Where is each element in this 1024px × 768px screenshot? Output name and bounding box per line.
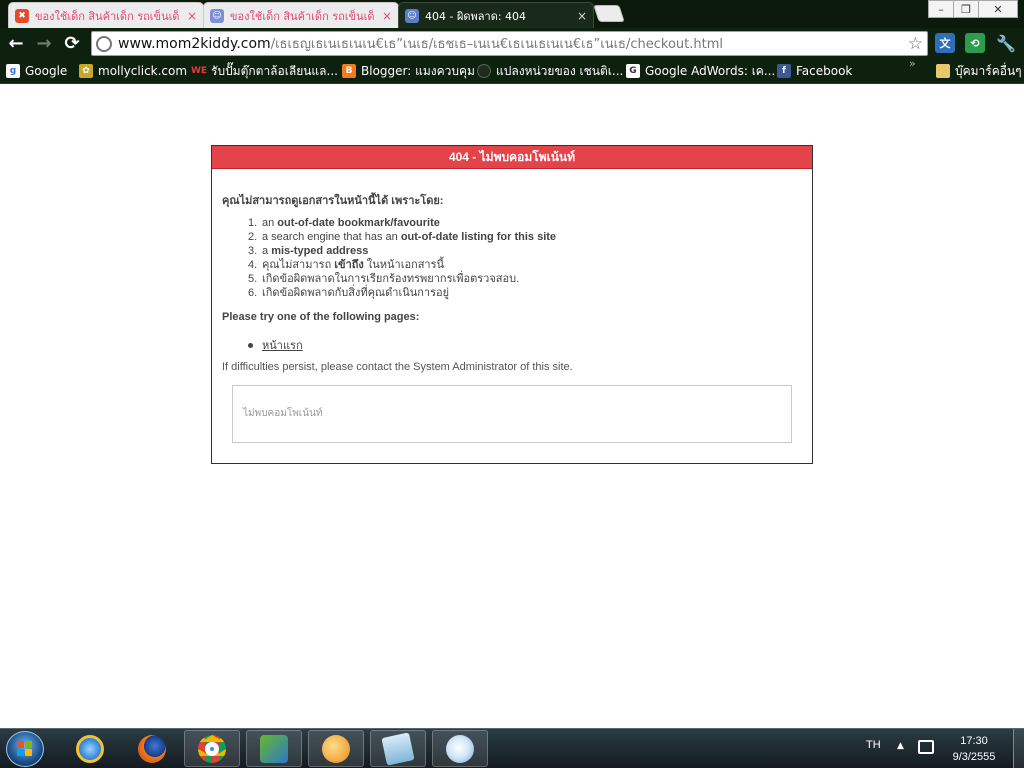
joomla-favicon-icon: ☺	[405, 8, 419, 23]
google-icon: g	[6, 64, 20, 78]
show-desktop-button[interactable]	[1013, 729, 1024, 768]
clock-date: 9/3/2555	[952, 751, 996, 763]
list-item: 3. a mis-typed address	[248, 245, 369, 257]
notepad-icon	[381, 731, 415, 766]
bookmark-star-icon[interactable]: ☆	[908, 34, 923, 54]
bookmark-mollyclick[interactable]: ✿ mollyclick.com	[79, 62, 187, 80]
site-favicon-icon: ✖	[15, 8, 29, 23]
error-title: 404 - ไม่พบคอมโพเน้นท์	[212, 146, 812, 169]
other-bookmarks-label: บุ๊คมาร์คอื่นๆ	[955, 63, 1022, 78]
molly-icon: ✿	[79, 64, 93, 78]
list-item: 2. a search engine that has an out-of-dat…	[248, 231, 557, 243]
translate-extension-icon[interactable]: 文	[935, 33, 955, 53]
bookmark-label: รับปั๊มตุ๊กตาล้อเลียนแล...	[211, 63, 338, 78]
minimize-button[interactable]: –	[928, 0, 954, 18]
reason-list: 1. an out-of-date bookmark/favourite 2. a …	[248, 216, 556, 300]
suggested-pages-list: หน้าแรก	[248, 336, 303, 354]
bookmark-google[interactable]: g Google	[6, 62, 67, 80]
url-host: www.mom2kiddy.com	[118, 35, 271, 52]
tab-close-icon[interactable]: ×	[187, 9, 197, 23]
error-message-box: ไม่พบคอมโพเน้นท์	[232, 385, 792, 443]
language-indicator[interactable]: TH	[866, 739, 881, 751]
bookmark-facebook[interactable]: f Facebook	[777, 62, 852, 80]
tab-2[interactable]: ☺ ของใช้เด็ก สินค้าเด็ก รถเข็นเด็ ×	[203, 2, 399, 28]
firefox-taskbar-button[interactable]	[124, 730, 180, 767]
paint-icon	[446, 734, 474, 763]
bookmark-label: Google	[25, 64, 68, 78]
blogger-icon: B	[342, 64, 356, 78]
address-bar[interactable]: www.mom2kiddy.com /เธเธญเธเนเธเนเน€เธ”เน…	[91, 31, 928, 56]
window-close-button[interactable]: ✕	[978, 0, 1018, 18]
messenger-icon	[260, 734, 288, 763]
chrome-icon	[198, 734, 226, 763]
list-item: 6. เกิดข้อผิดพลาดกับสิ่งที่คุณดำเนินการอย…	[248, 287, 450, 299]
bookmark-convert[interactable]: แปลงหน่วยของ เชนติเ...	[477, 62, 623, 80]
system-clock[interactable]: 17:30 9/3/2555	[944, 733, 1004, 765]
other-bookmarks[interactable]: บุ๊คมาร์คอื่นๆ	[936, 62, 1022, 80]
tab-label: ของใช้เด็ก สินค้าเด็ก รถเข็นเด็	[230, 9, 375, 23]
folder-icon	[936, 64, 950, 78]
tab-3-active[interactable]: ☺ 404 - ผิดพลาด: 404 ×	[398, 2, 594, 28]
bookmark-blogger[interactable]: B Blogger: แมงควบคุม	[342, 62, 475, 80]
tab-label: ของใช้เด็ก สินค้าเด็ก รถเข็นเด็	[35, 9, 180, 23]
start-button[interactable]	[6, 731, 44, 767]
chrome-taskbar-button[interactable]	[184, 730, 240, 767]
list-item: 1. an out-of-date bookmark/favourite	[248, 217, 440, 229]
windows-logo-icon	[17, 741, 33, 757]
show-hidden-icons-button[interactable]: ▲	[897, 741, 904, 751]
new-tab-button[interactable]	[593, 5, 625, 22]
bookmark-label: Facebook	[796, 64, 853, 78]
adwords-icon: G	[626, 64, 640, 78]
bookmark-label: แปลงหน่วยของ เชนติเ...	[496, 63, 624, 78]
back-button[interactable]: ←	[5, 32, 27, 54]
tab-close-icon[interactable]: ×	[577, 9, 587, 23]
paint-shop-taskbar-button[interactable]	[308, 730, 364, 767]
bullet-icon	[248, 342, 253, 348]
tab-1[interactable]: ✖ ของใช้เด็ก สินค้าเด็ก รถเข็นเด็ ×	[8, 2, 204, 28]
bookmark-label: Blogger: แมงควบคุม	[361, 63, 475, 78]
paint-taskbar-button[interactable]	[432, 730, 488, 767]
try-pages-heading: Please try one of the following pages:	[222, 311, 420, 323]
wrench-menu-icon[interactable]: 🔧	[996, 33, 1016, 53]
contact-admin-text: If difficulties persist, please contact …	[222, 361, 573, 373]
reason-heading: คุณไม่สามารถดูเอกสารในหน้านี้ได้ เพราะโด…	[222, 195, 444, 207]
messenger-taskbar-button[interactable]	[246, 730, 302, 767]
bookmark-we[interactable]: WE รับปั๊มตุ๊กตาล้อเลียนแล...	[190, 62, 338, 80]
reload-button[interactable]: ⟳	[61, 32, 83, 54]
facebook-icon: f	[777, 64, 791, 78]
internet-explorer-taskbar-button[interactable]	[62, 730, 118, 767]
bookmark-label: mollyclick.com	[98, 64, 188, 78]
bookmark-label: Google AdWords: เค...	[645, 63, 776, 78]
forward-button[interactable]: →	[33, 32, 55, 54]
url-path: /เธเธญเธเนเธเนเน€เธ”เนเธ/เธชเธ–เนเน€เธเน…	[270, 37, 723, 52]
list-item: 5. เกิดข้อผิดพลาดในการเรียกร้องทรพยากรเพื…	[248, 273, 520, 285]
list-item: หน้าแรก	[248, 336, 303, 354]
we-icon: WE	[190, 66, 208, 76]
home-page-link[interactable]: หน้าแรก	[262, 336, 303, 354]
page-info-icon[interactable]	[96, 35, 112, 52]
clock-time: 17:30	[960, 735, 988, 747]
tab-close-icon[interactable]: ×	[382, 9, 392, 23]
error-panel: 404 - ไม่พบคอมโพเน้นท์ คุณไม่สามารถดูเอก…	[211, 145, 813, 464]
restore-button[interactable]: ❐	[953, 0, 979, 18]
firefox-icon	[138, 734, 166, 763]
joomla-favicon-icon: ☺	[210, 8, 224, 23]
bookmark-adwords[interactable]: G Google AdWords: เค...	[626, 62, 775, 80]
palette-icon	[322, 734, 350, 763]
tab-label: 404 - ผิดพลาด: 404	[425, 9, 527, 23]
network-icon[interactable]	[918, 740, 934, 754]
internet-explorer-icon	[76, 734, 104, 763]
list-item: 4. คุณไม่สามารถ เข้าถึง ในหน้าเอกสารนี้	[248, 259, 445, 271]
sync-extension-icon[interactable]: ⟲	[965, 33, 985, 53]
globe-icon	[477, 64, 491, 78]
notepad-taskbar-button[interactable]	[370, 730, 426, 767]
bookmarks-overflow-button[interactable]: »	[909, 57, 916, 70]
